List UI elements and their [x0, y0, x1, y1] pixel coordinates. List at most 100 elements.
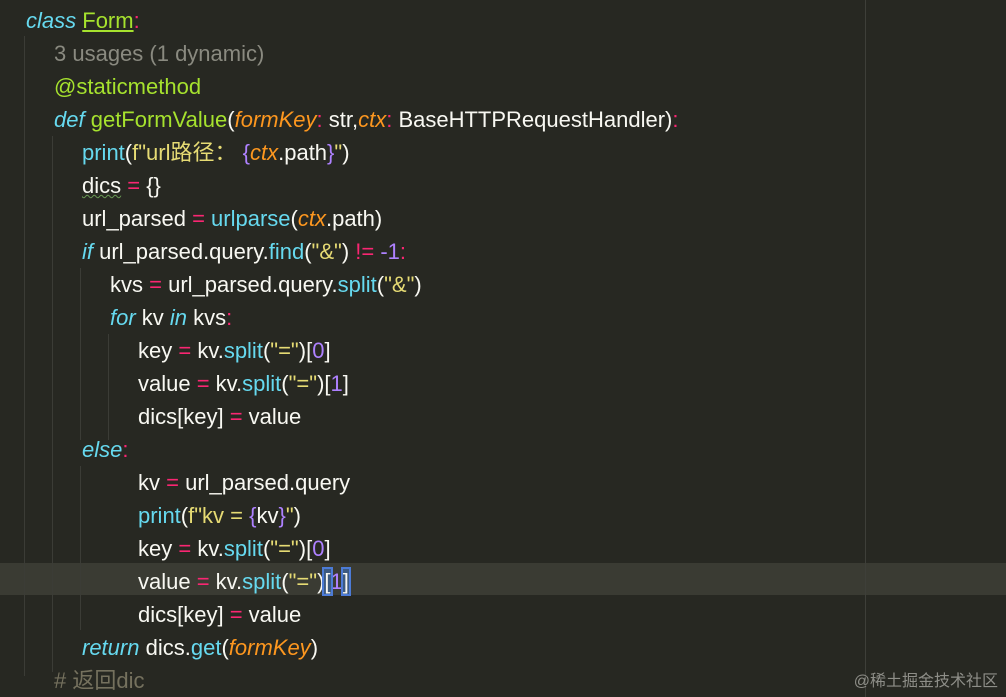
indent-guide — [24, 36, 25, 676]
code-line-19[interactable]: dics[key] = value — [138, 598, 301, 631]
string: f"url路径： — [132, 140, 237, 165]
operator: = — [190, 371, 216, 396]
expr: kv. — [197, 536, 224, 561]
operator: = — [160, 470, 186, 495]
operator: = — [121, 173, 147, 198]
paren: ( — [281, 371, 289, 396]
usages-hint[interactable]: 3 usages (1 dynamic) — [54, 37, 264, 70]
method: split — [337, 272, 377, 297]
operator: = — [185, 206, 212, 231]
expr: url_parsed.query. — [93, 239, 269, 264]
paren: ) — [293, 503, 301, 528]
code-line-20[interactable]: return dics.get(formKey) — [82, 631, 318, 664]
paren: ( — [221, 635, 229, 660]
method: split — [223, 338, 263, 363]
method: split — [242, 569, 282, 594]
variable: kv — [138, 470, 160, 495]
paren: ) — [298, 338, 307, 363]
bracket: ] — [324, 338, 331, 363]
expr: kv. — [197, 338, 224, 363]
operator: = — [223, 404, 249, 429]
variable: dics[key] — [138, 602, 224, 627]
variable: key — [138, 338, 173, 363]
attr: .path) — [325, 206, 383, 231]
code-line-7[interactable]: url_parsed = urlparse(ctx.path) — [82, 202, 382, 235]
type: BaseHTTPRequestHandler — [392, 107, 666, 132]
bracket: ] — [324, 536, 331, 561]
string: "=" — [270, 338, 299, 363]
variable: url_parsed — [82, 206, 186, 231]
operator: = — [143, 272, 169, 297]
method: split — [223, 536, 263, 561]
code-line-4[interactable]: def getFormValue(formKey: str,ctx: BaseH… — [54, 103, 678, 136]
variable: kv — [135, 305, 170, 330]
number: 0 — [312, 536, 325, 561]
variable: value — [138, 371, 191, 396]
variable: kvs — [110, 272, 143, 297]
value: url_parsed.query — [185, 470, 351, 495]
code-line-12[interactable]: value = kv.split("=")[1] — [138, 367, 349, 400]
keyword: return — [82, 635, 140, 660]
code-line-16[interactable]: print(f"kv = {kv}") — [138, 499, 301, 532]
keyword: if — [82, 239, 93, 264]
number: -1 — [380, 239, 400, 264]
operator: != — [349, 239, 381, 264]
watermark: @稀土掘金技术社区 — [853, 673, 998, 690]
decorator: @staticmethod — [54, 74, 202, 99]
variable: kvs — [187, 305, 227, 330]
code-line-17[interactable]: key = kv.split("=")[0] — [138, 532, 331, 565]
method: split — [242, 371, 282, 396]
operator: = — [223, 602, 249, 627]
code-line-18[interactable]: value = kv.split("=")[1] — [138, 565, 351, 598]
operator: = — [172, 536, 198, 561]
paren: ( — [281, 569, 289, 594]
code-line-1[interactable]: class Form: — [26, 4, 140, 37]
code-line-10[interactable]: for kv in kvs: — [110, 301, 232, 334]
keyword: in — [169, 305, 188, 330]
param: ctx — [358, 107, 387, 132]
code-editor[interactable]: class Form: 3 usages (1 dynamic) @static… — [0, 0, 1006, 697]
builtin: print — [138, 503, 181, 528]
indent-guide — [80, 268, 81, 440]
code-line-21[interactable]: # 返回dic — [54, 664, 144, 697]
code-line-15[interactable]: kv = url_parsed.query — [138, 466, 350, 499]
attr: .path — [278, 140, 328, 165]
code-line-6[interactable]: dics = {} — [82, 169, 161, 202]
code-line-9[interactable]: kvs = url_parsed.query.split("&") — [110, 268, 422, 301]
string: f"kv = — [188, 503, 250, 528]
paren: ( — [304, 239, 312, 264]
param: formKey — [228, 635, 311, 660]
code-line-3[interactable]: @staticmethod — [54, 70, 201, 103]
code-line-13[interactable]: dics[key] = value — [138, 400, 301, 433]
paren: ( — [290, 206, 298, 231]
string: "=" — [270, 536, 299, 561]
keyword: for — [110, 305, 136, 330]
string: "=" — [288, 569, 318, 594]
keyword: class — [26, 8, 77, 33]
code-line-5[interactable]: print(f"url路径： {ctx.path}") — [82, 136, 350, 169]
value: value — [248, 404, 302, 429]
paren: ) — [310, 635, 319, 660]
function: urlparse — [211, 206, 291, 231]
expr: url_parsed.query. — [168, 272, 338, 297]
expr: kv. — [215, 371, 243, 396]
comment: # 返回dic — [54, 668, 145, 693]
expr: dics. — [139, 635, 191, 660]
string: "&" — [384, 272, 415, 297]
code-line-14[interactable]: else: — [82, 433, 128, 466]
indent-guide — [108, 334, 109, 440]
number: 1 — [330, 569, 343, 594]
paren: ( — [376, 272, 385, 297]
variable: dics[key] — [138, 404, 224, 429]
usages-hint-text[interactable]: 3 usages (1 dynamic) — [54, 41, 264, 66]
bracket: ] — [342, 371, 349, 396]
operator: = — [190, 569, 216, 594]
class-name[interactable]: Form — [82, 8, 133, 33]
string: " — [285, 503, 294, 528]
string: "=" — [288, 371, 318, 396]
brace: } — [278, 503, 286, 528]
method: find — [268, 239, 305, 264]
code-line-8[interactable]: if url_parsed.query.find("&") != -1: — [82, 235, 406, 268]
code-line-11[interactable]: key = kv.split("=")[0] — [138, 334, 331, 367]
colon: : — [226, 305, 233, 330]
